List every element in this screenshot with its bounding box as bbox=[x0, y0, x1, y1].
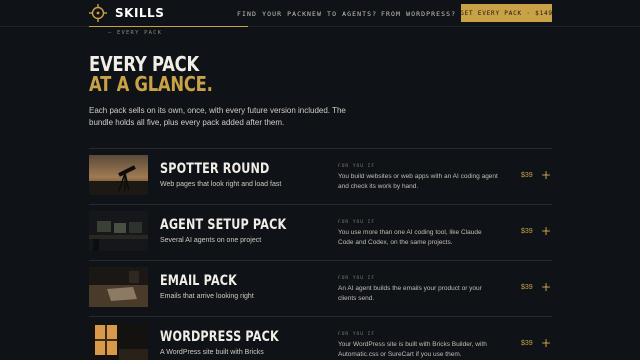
pack-price: $39 bbox=[521, 228, 533, 235]
pack-thumbnail-workstations bbox=[89, 211, 148, 251]
nav-from-wordpress[interactable]: FROM WORDPRESS? bbox=[381, 10, 456, 18]
for-you-if-label: FOR YOU IF bbox=[338, 332, 376, 337]
page-title-line-2: AT A GLANCE. bbox=[89, 72, 213, 96]
pack-title: AGENT SETUP PACK bbox=[160, 217, 287, 233]
pack-subtitle: A WordPress site built with Bricks bbox=[160, 349, 264, 356]
pack-price: $39 bbox=[521, 172, 533, 179]
nav-find-your-pack[interactable]: FIND YOUR PACK bbox=[237, 10, 307, 18]
brand-name: SKILLS bbox=[115, 6, 165, 20]
intro-paragraph: Each pack sells on its own, once, with e… bbox=[89, 106, 346, 127]
for-you-if-text: You use more than one AI coding tool, li… bbox=[338, 229, 482, 246]
for-you-if-text: An AI agent builds the emails your produ… bbox=[338, 285, 482, 302]
for-you-if-label: FOR YOU IF bbox=[338, 276, 376, 281]
for-you-if-text: You build websites or web apps with an A… bbox=[338, 173, 498, 190]
for-you-if-label: FOR YOU IF bbox=[338, 220, 376, 225]
get-every-pack-button[interactable]: GET EVERY PACK · $149 bbox=[460, 4, 552, 22]
page-title: EVERY PACK AT A GLANCE. bbox=[89, 54, 213, 94]
pack-title: SPOTTER ROUND bbox=[160, 161, 270, 177]
pack-thumbnail-window-light bbox=[89, 323, 148, 360]
for-you-if-text: Your WordPress site is built with Bricks… bbox=[338, 341, 487, 358]
for-you-if-label: FOR YOU IF bbox=[338, 164, 376, 169]
pack-title: WORDPRESS PACK bbox=[160, 329, 279, 345]
pack-subtitle: Emails that arrive looking right bbox=[160, 293, 254, 300]
pack-price: $39 bbox=[521, 340, 533, 347]
plus-icon[interactable]: + bbox=[541, 168, 551, 182]
brand-logo-link[interactable]: SKILLS bbox=[89, 4, 164, 22]
pack-row-email[interactable]: EMAIL PACK Emails that arrive looking ri… bbox=[89, 260, 552, 316]
pack-thumbnail-desk bbox=[89, 267, 148, 307]
pack-row-agent-setup[interactable]: AGENT SETUP PACK Several AI agents on on… bbox=[89, 204, 552, 260]
plus-icon[interactable]: + bbox=[541, 224, 551, 238]
nav-new-to-agents[interactable]: NEW TO AGENTS? bbox=[307, 10, 377, 18]
pack-price: $39 bbox=[521, 284, 533, 291]
crosshair-icon bbox=[89, 4, 107, 22]
page-title-line-1: EVERY PACK bbox=[89, 52, 199, 76]
pack-thumbnail-telescope bbox=[89, 155, 148, 195]
pack-subtitle: Web pages that look right and load fast bbox=[160, 181, 282, 188]
section-tag: — EVERY PACK bbox=[108, 30, 163, 36]
brand-underline bbox=[89, 26, 248, 27]
pack-title: EMAIL PACK bbox=[160, 273, 238, 289]
pack-subtitle: Several AI agents on one project bbox=[160, 237, 262, 244]
pack-row-wordpress[interactable]: WORDPRESS PACK A WordPress site built wi… bbox=[89, 316, 552, 360]
plus-icon[interactable]: + bbox=[541, 336, 551, 350]
pack-row-spotter-round[interactable]: SPOTTER ROUND Web pages that look right … bbox=[89, 148, 552, 204]
plus-icon[interactable]: + bbox=[541, 280, 551, 294]
top-navigation-bar: SKILLS FIND YOUR PACK NEW TO AGENTS? FRO… bbox=[0, 0, 640, 27]
